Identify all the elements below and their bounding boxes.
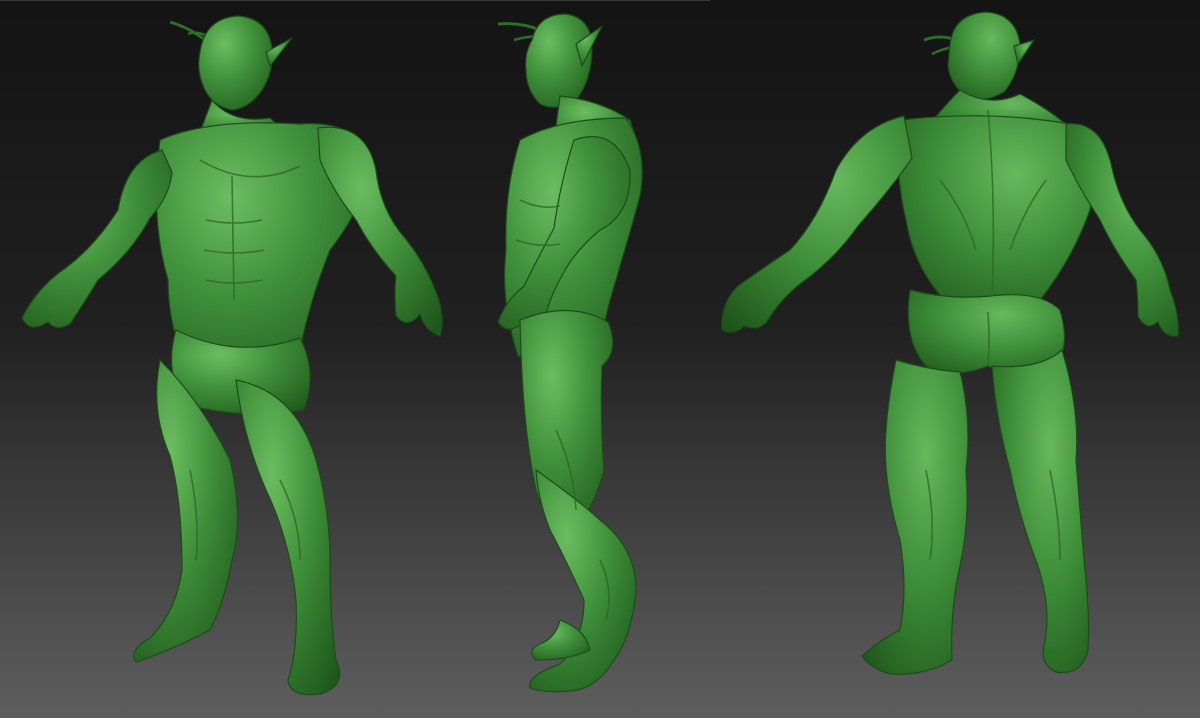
sculpt-render <box>0 0 1200 718</box>
render-viewport <box>0 0 1200 718</box>
top-edge-line <box>0 0 710 1</box>
